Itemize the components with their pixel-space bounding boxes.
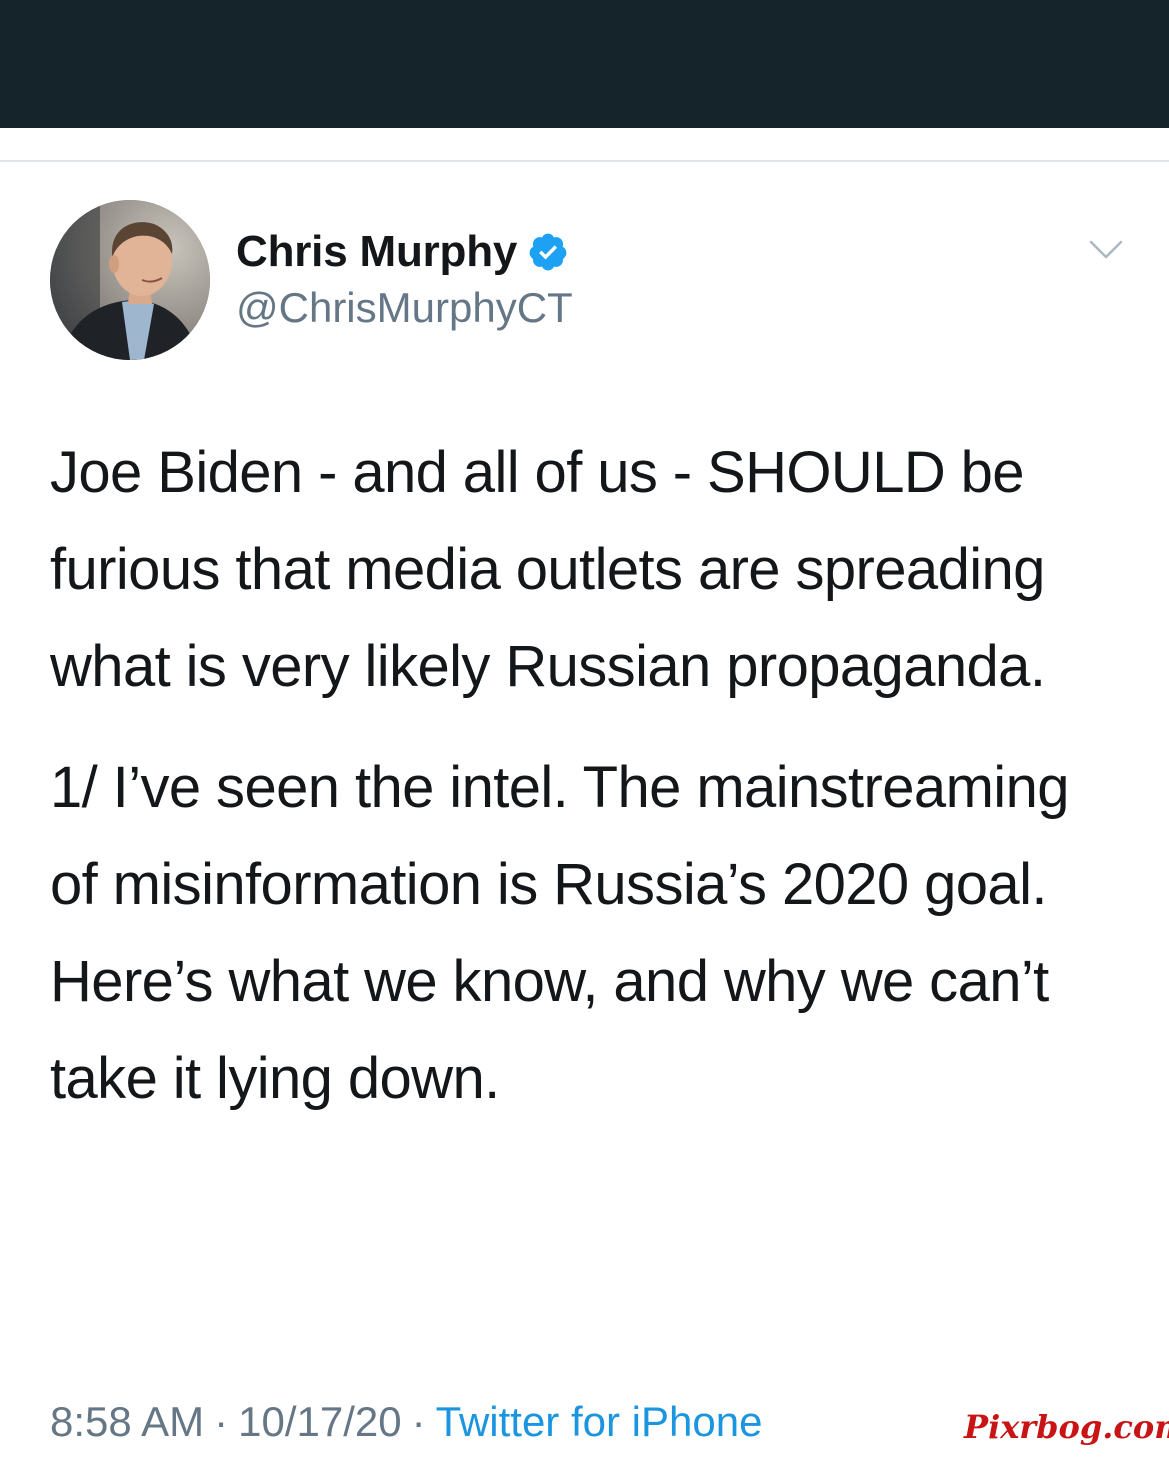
tweet-source-link[interactable]: Twitter for iPhone: [436, 1398, 763, 1446]
tweet-date[interactable]: 10/17/20: [238, 1398, 402, 1446]
screenshot-page: Chris Murphy @ChrisMurphyCT Joe Biden - …: [0, 0, 1169, 1463]
tweet-paragraph: Joe Biden - and all of us - SHOULD be fu…: [50, 440, 1046, 699]
top-bar: [0, 0, 1169, 128]
tweet-card: Chris Murphy @ChrisMurphyCT Joe Biden - …: [0, 162, 1169, 1463]
tweet-paragraph: 1/ I’ve seen the intel. The mainstreamin…: [50, 755, 1069, 1111]
tweet-meta: 8:58 AM · 10/17/20 · Twitter for iPhone: [50, 1398, 762, 1446]
author-name-row[interactable]: Chris Murphy: [236, 226, 569, 278]
meta-separator: ·: [214, 1398, 229, 1445]
meta-separator: ·: [411, 1398, 426, 1445]
tweet-text: Joe Biden - and all of us - SHOULD be fu…: [50, 424, 1130, 1127]
tweet-time[interactable]: 8:58 AM: [50, 1398, 204, 1446]
watermark: Pixrbog.com: [964, 1408, 1169, 1446]
avatar-photo: [50, 200, 210, 360]
verified-badge-icon: [527, 231, 569, 273]
author-name[interactable]: Chris Murphy: [236, 227, 517, 277]
avatar[interactable]: [50, 200, 210, 360]
chevron-down-icon[interactable]: [1088, 238, 1124, 262]
author-handle[interactable]: @ChrisMurphyCT: [236, 284, 573, 332]
